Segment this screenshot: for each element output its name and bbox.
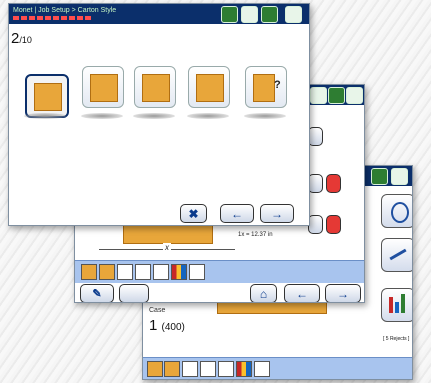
case-value: 1 (400) <box>149 317 185 334</box>
toolbar-strip-back <box>143 357 412 379</box>
image-icon[interactable] <box>218 361 234 377</box>
window-front: Monet | Job Setup > Carton Style 2/10 ? … <box>8 3 310 226</box>
recycle-icon[interactable] <box>241 6 258 23</box>
number-icon[interactable] <box>135 264 151 280</box>
question-mark-icon: ? <box>274 79 281 91</box>
carton-option-double-notched[interactable] <box>134 66 176 108</box>
tools-button[interactable]: ✎ <box>80 284 114 302</box>
alert-button-2[interactable] <box>326 215 341 234</box>
recycle-icon[interactable] <box>310 87 327 104</box>
bar-chart-icon-2 <box>395 302 399 313</box>
wrench-icon: ✎ <box>92 288 102 300</box>
refresh-icon[interactable] <box>346 87 363 104</box>
option-shadow <box>81 113 123 119</box>
lock-button-3[interactable] <box>308 215 323 234</box>
alert-button[interactable] <box>326 174 341 193</box>
case-count: 1 <box>149 317 158 334</box>
lock-button[interactable] <box>308 127 323 146</box>
back-button[interactable]: ← <box>284 284 320 302</box>
scatter-icon[interactable] <box>254 361 270 377</box>
conveyor-icon[interactable] <box>117 264 133 280</box>
carton-tool-icon-2[interactable] <box>99 264 115 280</box>
case-label: Case <box>149 307 166 314</box>
breadcrumb: Monet | Job Setup > Carton Style <box>13 7 117 14</box>
close-icon[interactable] <box>221 6 238 23</box>
option-shadow <box>133 113 175 119</box>
image-icon[interactable] <box>153 264 169 280</box>
page-counter: 2/10 <box>11 30 32 48</box>
next-button[interactable]: → <box>260 204 294 223</box>
carton-tool-icon-2[interactable] <box>164 361 180 377</box>
unknown-carton-icon <box>253 74 275 102</box>
measure-readout: 1x = 12.37 in <box>238 232 273 238</box>
settings-button[interactable] <box>381 194 412 228</box>
carton-tool-icon[interactable] <box>81 264 97 280</box>
gear-icon <box>391 202 409 223</box>
bar-chart-icon-3 <box>401 294 405 313</box>
option-shadow <box>24 113 66 119</box>
option-shadow <box>187 113 229 119</box>
level-icon[interactable] <box>236 361 252 377</box>
rejects-label: [ 5 Rejects ] <box>383 336 410 342</box>
carton-option-plain[interactable] <box>25 74 69 118</box>
number-icon[interactable] <box>200 361 216 377</box>
irregular-carton-icon <box>196 74 224 102</box>
conveyor-button[interactable] <box>119 284 149 302</box>
case-total: (400) <box>161 322 185 333</box>
bar-chart-icon <box>389 297 393 313</box>
carton-option-irregular[interactable] <box>188 66 230 108</box>
scatter-icon[interactable] <box>189 264 205 280</box>
plain-carton-icon <box>34 83 62 111</box>
toolbar-strip-middle <box>75 260 364 283</box>
carton-option-unknown[interactable]: ? <box>245 66 287 108</box>
carton-tool-icon[interactable] <box>147 361 163 377</box>
stats-button[interactable] <box>381 288 412 322</box>
refresh-icon[interactable] <box>391 168 408 185</box>
lock-button-2[interactable] <box>308 174 323 193</box>
page-total: /10 <box>19 35 32 45</box>
notched-carton-icon <box>90 74 118 102</box>
back-button[interactable]: ← <box>220 204 254 223</box>
carton-option-notched[interactable] <box>82 66 124 108</box>
dimension-label: x <box>163 243 171 252</box>
speaker-icon[interactable] <box>328 87 345 104</box>
cancel-button[interactable]: ✖ <box>180 204 207 223</box>
refresh-icon[interactable] <box>285 6 302 23</box>
next-button[interactable]: → <box>325 284 361 302</box>
level-icon[interactable] <box>171 264 187 280</box>
recycle-icon[interactable] <box>371 168 388 185</box>
trend-icon <box>389 248 407 261</box>
status-line <box>13 16 93 20</box>
graph-button[interactable] <box>381 238 412 272</box>
option-shadow <box>244 113 286 119</box>
speaker-icon[interactable] <box>261 6 278 23</box>
titlebar-front: Monet | Job Setup > Carton Style <box>9 4 309 24</box>
double-notched-carton-icon <box>142 74 170 102</box>
home-button[interactable]: ⌂ <box>250 284 277 302</box>
conveyor-icon[interactable] <box>182 361 198 377</box>
